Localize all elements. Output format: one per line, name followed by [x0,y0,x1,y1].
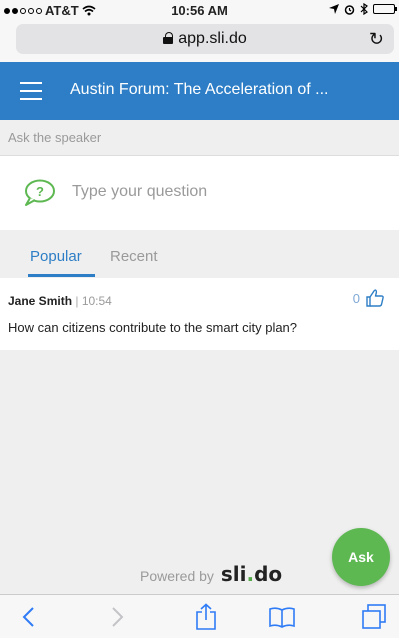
browser-toolbar [0,594,399,638]
event-title: Austin Forum: The Acceleration of ... [70,81,329,98]
bluetooth-icon [360,3,368,15]
share-button[interactable] [192,603,220,631]
question-author: Jane Smith [8,294,73,308]
bookmarks-icon [269,607,295,628]
hamburger-icon[interactable] [20,82,42,100]
back-button[interactable] [14,603,42,631]
powered-by: Powered by sli.do [140,562,282,586]
status-bar: AT&T 10:56 AM [0,0,399,20]
wifi-icon [82,5,96,16]
battery-icon [373,4,397,14]
alarm-icon [344,4,355,15]
like-control[interactable]: 0 [353,288,385,308]
tab-popular[interactable]: Popular [30,248,82,265]
share-icon [196,603,216,630]
tab-recent[interactable]: Recent [110,248,158,265]
forward-icon [112,607,124,627]
question-text: How can citizens contribute to the smart… [8,320,298,335]
status-left: AT&T [4,3,96,18]
question-card[interactable]: Jane Smith | 10:54 0 How can citizens co… [0,278,399,350]
active-tab-indicator [28,274,95,277]
app-header: Austin Forum: The Acceleration of ... [0,62,399,120]
ask-button[interactable]: Ask [332,528,390,586]
question-bubble-icon: ? [25,179,55,206]
thumbs-up-icon[interactable] [365,288,385,308]
tabs-icon [362,604,386,629]
back-icon [22,607,34,627]
slido-logo[interactable]: sli.do [221,562,282,586]
ask-section-header: Ask the speaker [0,120,399,156]
ask-label: Ask the speaker [8,130,102,145]
question-input[interactable] [72,180,372,204]
location-icon [329,4,339,14]
bookmarks-button[interactable] [268,603,296,631]
status-right [329,3,397,15]
carrier-name: AT&T [45,3,79,18]
address-bar[interactable]: app.sli.do ↻ [16,24,394,54]
forward-button[interactable] [104,603,132,631]
browser-address-area: app.sli.do ↻ [0,20,399,62]
question-time: 10:54 [81,294,112,308]
tabs-button[interactable] [360,603,388,631]
question-box[interactable]: ? [0,156,399,230]
powered-by-text: Powered by [140,568,214,584]
reload-icon[interactable]: ↻ [369,29,384,50]
like-count: 0 [352,290,360,306]
lock-icon [163,32,174,44]
tabs: Popular Recent [0,230,399,278]
signal-icon [4,7,42,14]
svg-text:?: ? [36,184,44,199]
url-text: app.sli.do [178,30,247,47]
